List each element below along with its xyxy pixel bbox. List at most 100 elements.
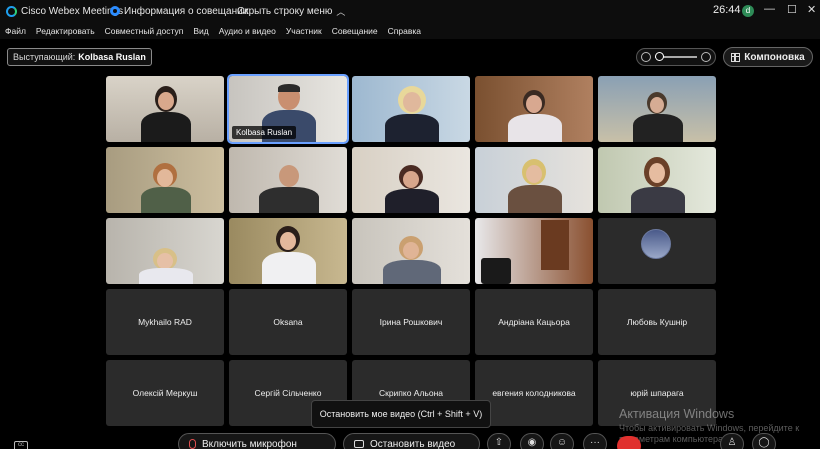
video-tile-no-video[interactable]: Ірина Рошкович: [352, 289, 470, 355]
windows-activation-watermark: Активация Windows: [619, 407, 735, 421]
participant-video: [627, 157, 687, 213]
app-name: Cisco Webex Meetings: [21, 5, 124, 17]
video-tile-no-video[interactable]: [598, 218, 716, 284]
video-tile-no-video[interactable]: евгения колодникова: [475, 360, 593, 426]
hide-menu-label: Скрыть строку меню: [237, 5, 333, 17]
video-tile[interactable]: [352, 147, 470, 213]
zoom-in-icon[interactable]: [701, 52, 711, 62]
monitor: [481, 258, 511, 284]
mic-muted-icon: [189, 439, 196, 449]
participant-video: [135, 86, 195, 142]
participant-name: Олексій Меркуш: [132, 388, 198, 398]
participants-icon[interactable]: ♙: [720, 433, 744, 449]
video-tile[interactable]: [229, 218, 347, 284]
video-tile-no-video[interactable]: Oksana: [229, 289, 347, 355]
meeting-info-button[interactable]: Информация о совещании: [110, 6, 248, 17]
participant-name: Любовь Кушнір: [626, 317, 688, 327]
video-tile-no-video[interactable]: Андріана Кацьора: [475, 289, 593, 355]
speaker-name: Kolbasa Ruslan: [78, 52, 146, 62]
app-title: Cisco Webex Meetings: [0, 5, 124, 17]
participant-video: [135, 163, 195, 213]
video-tile[interactable]: [106, 218, 224, 284]
participant-video: [258, 226, 318, 284]
grid-layout-icon: [731, 52, 741, 62]
close-button[interactable]: ✕: [807, 3, 816, 16]
participant-name: Андріана Кацьора: [498, 317, 570, 327]
video-tile[interactable]: [475, 147, 593, 213]
participant-name: Скрипко Альона: [378, 388, 444, 398]
menu-participant[interactable]: Участник: [286, 26, 322, 36]
more-options-icon[interactable]: ···: [583, 433, 607, 449]
bookshelf: [541, 220, 569, 270]
participant-video: [379, 236, 443, 284]
windows-activation-subtitle: Чтобы активировать Windows, перейдите к …: [619, 423, 800, 444]
participant-video: [135, 248, 195, 284]
unmute-label: Включить микрофон: [202, 438, 297, 449]
video-tile-active-speaker[interactable]: Kolbasa Ruslan: [227, 74, 349, 144]
layout-label: Компоновка: [744, 51, 805, 63]
menu-view[interactable]: Вид: [193, 26, 208, 36]
menu-meeting[interactable]: Совещание: [332, 26, 378, 36]
zoom-knob[interactable]: [655, 52, 664, 61]
video-tile[interactable]: [106, 147, 224, 213]
participant-name: Ірина Рошкович: [379, 317, 443, 327]
participant-video: [627, 92, 687, 142]
layout-button[interactable]: Компоновка: [723, 47, 813, 67]
share-icon[interactable]: ⇧: [487, 433, 511, 449]
participant-name: Сергій Сільченко: [254, 388, 322, 398]
stop-video-button[interactable]: Остановить видео: [343, 433, 480, 449]
info-icon: [110, 6, 120, 16]
zoom-out-icon[interactable]: [641, 52, 651, 62]
video-tile[interactable]: [475, 76, 593, 142]
participant-avatar: [641, 229, 671, 259]
record-icon[interactable]: ◉: [520, 433, 544, 449]
camera-icon: [354, 440, 364, 448]
menu-file[interactable]: Файл: [5, 26, 26, 36]
participant-video: [253, 165, 323, 213]
menu-audio-video[interactable]: Аудио и видео: [219, 26, 276, 36]
video-tooltip: Остановить мое видео (Ctrl + Shift + V): [311, 400, 491, 428]
participant-video: [504, 159, 564, 213]
participant-name: Mykhailo RAD: [138, 317, 192, 327]
zoom-slider[interactable]: [636, 48, 716, 66]
participant-video: [381, 86, 441, 142]
zoom-track[interactable]: [655, 52, 697, 61]
leave-meeting-button[interactable]: [617, 436, 641, 449]
chevron-up-icon: ︿: [336, 6, 346, 17]
video-tile[interactable]: [352, 218, 470, 284]
captions-icon[interactable]: cc: [14, 441, 28, 449]
video-tile[interactable]: [229, 147, 347, 213]
menu-share[interactable]: Совместный доступ: [105, 26, 184, 36]
menu-edit[interactable]: Редактировать: [36, 26, 95, 36]
participant-video: [504, 90, 564, 142]
video-tile[interactable]: [598, 147, 716, 213]
video-tile-no-video[interactable]: Олексій Меркуш: [106, 360, 224, 426]
video-tile[interactable]: [598, 76, 716, 142]
video-tile-no-video[interactable]: Любовь Кушнір: [598, 289, 716, 355]
participant-video: [381, 165, 441, 213]
active-speaker-badge: Выступающий: Kolbasa Ruslan: [7, 48, 152, 66]
video-tile[interactable]: [106, 76, 224, 142]
meeting-info-label: Информация о совещании: [124, 5, 249, 17]
speaker-label: Выступающий:: [13, 52, 76, 62]
hide-menu-button[interactable]: Скрыть строку меню ︿: [237, 5, 345, 18]
chat-icon[interactable]: ◯: [752, 433, 776, 449]
reactions-icon[interactable]: ☺: [550, 433, 574, 449]
participant-name: Oksana: [273, 317, 303, 327]
stop-video-label: Остановить видео: [370, 438, 456, 449]
maximize-button[interactable]: ☐: [787, 3, 797, 16]
minimize-button[interactable]: —: [764, 3, 775, 15]
menu-bar: Файл Редактировать Совместный доступ Вид…: [0, 22, 820, 39]
participant-name: юрій шпарага: [630, 388, 684, 398]
participant-name-tag: Kolbasa Ruslan: [232, 126, 297, 139]
video-tile-no-video[interactable]: Mykhailo RAD: [106, 289, 224, 355]
video-tile[interactable]: [352, 76, 470, 142]
webex-logo-icon: [6, 5, 17, 17]
title-bar: Cisco Webex Meetings Информация о совеща…: [0, 0, 820, 22]
menu-help[interactable]: Справка: [388, 26, 421, 36]
participant-name: евгения колодникова: [492, 388, 576, 398]
video-tile[interactable]: [475, 218, 593, 284]
meeting-timer: 26:44: [713, 4, 741, 16]
user-avatar[interactable]: d: [742, 5, 754, 17]
unmute-button[interactable]: Включить микрофон: [178, 433, 336, 449]
